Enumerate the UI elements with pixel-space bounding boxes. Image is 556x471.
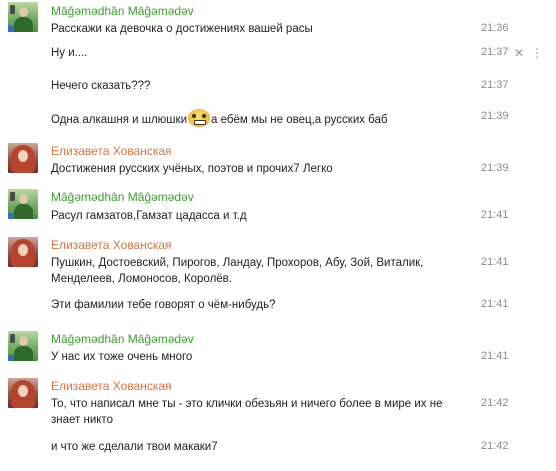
- message-text: Расул гамзатов,Гамзат цадасса и т.д: [51, 210, 247, 222]
- online-badge-icon: [8, 26, 14, 32]
- message-text: Пушкин, Достоевский, Пирогов, Ландау, Пр…: [51, 257, 424, 285]
- avatar-body: [14, 346, 33, 361]
- phone-icon: [10, 5, 15, 14]
- message-time: 21:39: [481, 162, 509, 174]
- message-time: 21:42: [481, 397, 509, 409]
- message-time: 21:42: [481, 440, 509, 452]
- avatar-elizaveta[interactable]: [8, 143, 38, 173]
- avatar-elizaveta[interactable]: [8, 237, 38, 267]
- message-time: 21:36: [481, 22, 509, 34]
- author-name[interactable]: Елизавета Хованская: [51, 144, 172, 158]
- author-name[interactable]: Елизавета Хованская: [51, 379, 172, 393]
- online-badge-icon: [8, 213, 14, 219]
- message-time: 21:41: [481, 350, 509, 362]
- message-time: 21:37: [481, 79, 509, 91]
- message-text: Расскажи ка девочка о достижениях вашей …: [51, 23, 313, 35]
- message-time: 21:39: [481, 110, 509, 122]
- grin-emoticon-icon: [188, 109, 210, 127]
- message-text: и что же сделали твои макаки7: [51, 441, 218, 453]
- message-text-part: Одна алкашня и шлюшки: [51, 114, 187, 126]
- phone-icon: [10, 334, 15, 343]
- more-icon[interactable]: ⋮: [531, 46, 543, 60]
- message-time: 21:41: [481, 256, 509, 268]
- avatar-magomedhan[interactable]: [8, 2, 38, 32]
- message-text: Эти фамилии тебе говорят о чём-нибудь?: [51, 299, 276, 311]
- avatar-body: [14, 204, 33, 219]
- avatar-magomedhan[interactable]: [8, 189, 38, 219]
- avatar-head: [19, 194, 28, 204]
- message-text: Одна алкашня и шлюшки а ебём мы не овец,а…: [51, 109, 471, 128]
- author-name[interactable]: Елизавета Хованская: [51, 238, 172, 252]
- avatar-body: [14, 17, 33, 32]
- avatar-face: [18, 150, 28, 162]
- avatar-elizaveta[interactable]: [8, 378, 38, 408]
- message-time: 21:41: [481, 209, 509, 221]
- close-icon[interactable]: ✕: [514, 46, 524, 60]
- message-text: Ну и....: [51, 47, 88, 59]
- online-badge-icon: [8, 355, 14, 361]
- avatar-head: [19, 7, 28, 17]
- message-text: Достижения русских учёных, поэтов и проч…: [51, 163, 333, 175]
- message-text: У нас их тоже очень много: [51, 351, 193, 363]
- message-time: 21:37: [481, 46, 509, 58]
- phone-icon: [10, 192, 15, 201]
- author-name[interactable]: Mâĝəmədhân Mâĝəmədəv: [51, 190, 194, 204]
- message-time: 21:41: [481, 298, 509, 310]
- message-text: То, что написал мне ты - это клички обез…: [51, 398, 443, 426]
- avatar-head: [19, 336, 28, 346]
- avatar-face: [18, 385, 28, 397]
- author-name[interactable]: Mâĝəmədhân Mâĝəmədəv: [51, 4, 194, 18]
- message-text-part: а ебём мы не овец,а русских баб: [211, 114, 388, 126]
- message-text: Нечего сказать???: [51, 80, 151, 92]
- author-name[interactable]: Mâĝəmədhân Mâĝəmədəv: [51, 332, 194, 346]
- avatar-magomedhan[interactable]: [8, 331, 38, 361]
- avatar-face: [18, 244, 28, 256]
